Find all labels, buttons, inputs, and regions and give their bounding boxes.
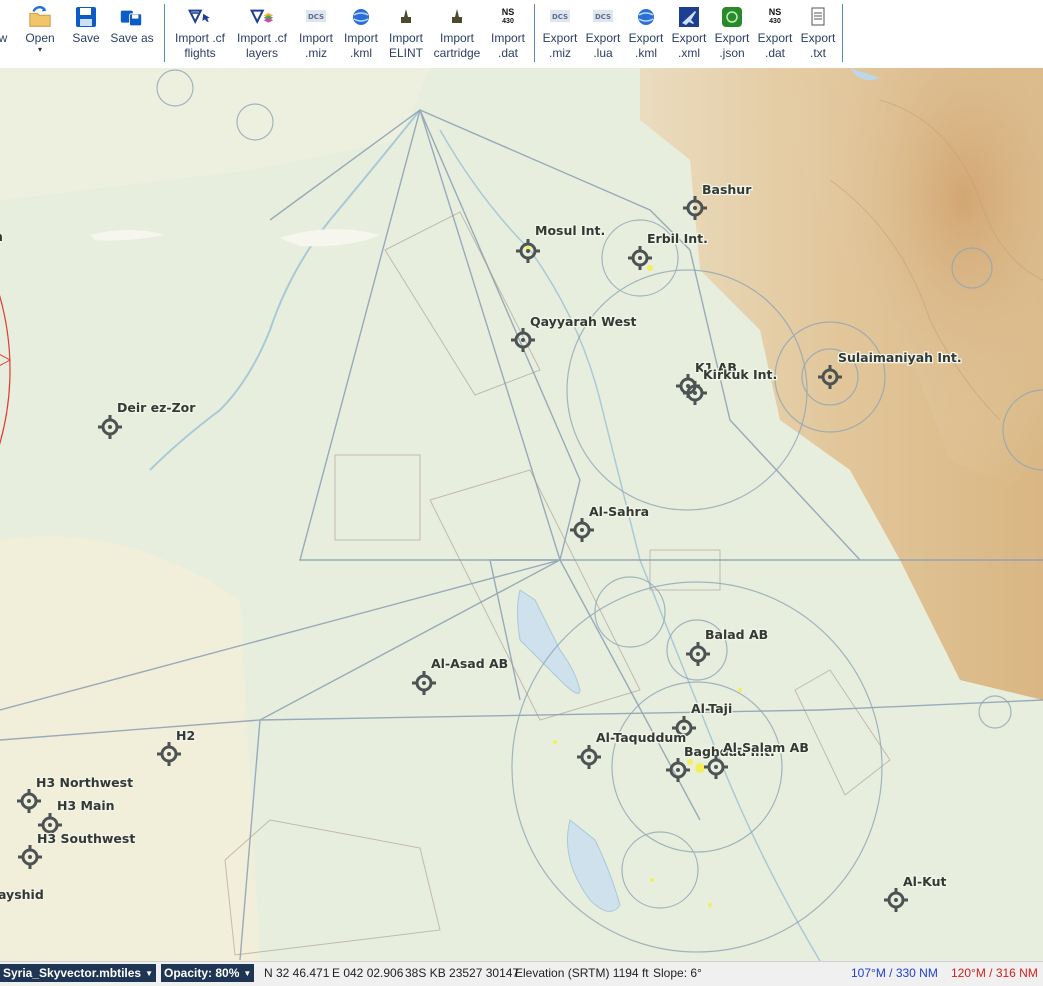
save-as-icon — [120, 5, 144, 29]
import-miz-button[interactable]: DCS Import .miz — [295, 0, 337, 66]
airbase-label: Al-Salam AB — [723, 740, 809, 755]
text-file-icon — [806, 5, 830, 29]
new-file-icon — [0, 5, 15, 29]
export-lua-button[interactable]: DCS Export .lua — [582, 0, 624, 66]
airbase-label: Mosul Int. — [535, 223, 605, 238]
airbase-label: Sulaimaniyah Int. — [838, 350, 962, 365]
slope-readout: Slope: 6° — [653, 966, 702, 980]
airbase-label: Bashur — [702, 182, 752, 197]
svg-text:DCS: DCS — [552, 13, 568, 21]
export-dat-button[interactable]: NS 430 Export .dat — [754, 0, 796, 66]
status-bar: Syria_Skyvector.mbtiles ▼ Opacity: 80% ▼ N… — [0, 961, 1043, 986]
import-kml-button[interactable]: Import .kml — [340, 0, 382, 66]
ns430-icon: NS 430 — [768, 7, 782, 26]
import-cf-layers-button[interactable]: Import .cf layers — [233, 0, 291, 66]
globe-kml-icon — [349, 5, 373, 29]
elevation-readout: Elevation (SRTM) 1194 ft — [515, 966, 649, 980]
dcs-lua-icon: DCS — [591, 5, 615, 29]
airbase-label: Al-Taquddum — [596, 730, 686, 745]
latitude-readout: N 32 46.471 — [264, 966, 330, 980]
opacity-dropdown[interactable]: Opacity: 80% ▼ — [161, 964, 255, 982]
save-disk-icon — [74, 5, 98, 29]
blue-bearing-readout: 107°M / 330 NM — [851, 966, 938, 980]
mgrs-readout: 38S KB 23527 30147 — [405, 966, 520, 980]
export-kml-button[interactable]: Export .kml — [625, 0, 667, 66]
map-canvas[interactable]: Bashur Mosul Int. Erbil Int. Qayyarah West K… — [0, 68, 1043, 961]
new-button[interactable]: w — [0, 0, 10, 66]
airbase-label: Al-Kut — [903, 874, 947, 889]
airbase-label: n — [0, 229, 3, 244]
save-button[interactable]: Save — [70, 0, 102, 66]
import-elint-button[interactable]: Import ELINT — [384, 0, 428, 66]
open-button[interactable]: Open ▾ — [20, 0, 60, 66]
dcs-miz-icon: DCS — [304, 5, 328, 29]
airbase-label: Qayyarah West — [530, 314, 637, 329]
toolbar-separator — [842, 4, 843, 62]
airbase-label: Al-Taji — [691, 701, 732, 716]
airbase-label: Kirkuk Int. — [703, 367, 777, 382]
falcon-layers-icon — [250, 5, 274, 29]
toolbar-separator — [164, 4, 165, 62]
airbase-label: Deir ez-Zor — [117, 400, 196, 415]
cartridge-icon — [445, 5, 469, 29]
svg-text:DCS: DCS — [595, 13, 611, 21]
airbase-label: ayshid — [0, 887, 44, 902]
export-miz-button[interactable]: DCS Export .miz — [539, 0, 581, 66]
toolbar-separator — [534, 4, 535, 62]
airbase-label: H3 Main — [57, 798, 115, 813]
ns430-icon: NS 430 — [501, 7, 515, 26]
jet-xml-icon — [677, 5, 701, 29]
airbase-label: H2 — [176, 728, 195, 743]
open-dropdown-arrow[interactable]: ▾ — [38, 46, 42, 54]
json-icon — [720, 5, 744, 29]
map-source-dropdown[interactable]: Syria_Skyvector.mbtiles ▼ — [0, 964, 157, 982]
globe-kml-icon — [634, 5, 658, 29]
airbase-ayshid[interactable]: ayshid — [0, 886, 45, 904]
airbase-label: Al-Asad AB — [431, 656, 508, 671]
airbase-n[interactable]: n — [0, 228, 4, 246]
svg-text:DCS: DCS — [308, 13, 324, 21]
chevron-down-icon: ▼ — [243, 968, 252, 978]
open-folder-icon — [28, 5, 52, 29]
longitude-readout: E 042 02.906 — [332, 966, 404, 980]
export-json-button[interactable]: Export .json — [711, 0, 753, 66]
export-txt-button[interactable]: Export .txt — [797, 0, 839, 66]
airbase-label: Balad AB — [705, 627, 768, 642]
airbase-label: Al-Sahra — [589, 504, 649, 519]
map-view[interactable]: Bashur Mosul Int. Erbil Int. Qayyarah West K… — [0, 68, 1043, 961]
import-cartridge-button[interactable]: Import cartridge — [431, 0, 483, 66]
save-as-button[interactable]: Save as — [110, 0, 154, 66]
red-bearing-readout: 120°M / 316 NM — [951, 966, 1038, 980]
airbase-label: H3 Southwest — [37, 831, 135, 846]
airbase-label: H3 Northwest — [36, 775, 133, 790]
import-dat-button[interactable]: NS 430 Import .dat — [487, 0, 529, 66]
toolbar: w Open ▾ Save Save as Import .cf flights… — [0, 0, 1043, 69]
dcs-miz-icon: DCS — [548, 5, 572, 29]
import-cf-flights-button[interactable]: Import .cf flights — [171, 0, 229, 66]
falcon-flights-icon — [188, 5, 212, 29]
export-xml-button[interactable]: Export .xml — [668, 0, 710, 66]
airbase-label: Erbil Int. — [647, 231, 708, 246]
sam-site-icon — [394, 5, 418, 29]
chevron-down-icon: ▼ — [145, 968, 154, 978]
